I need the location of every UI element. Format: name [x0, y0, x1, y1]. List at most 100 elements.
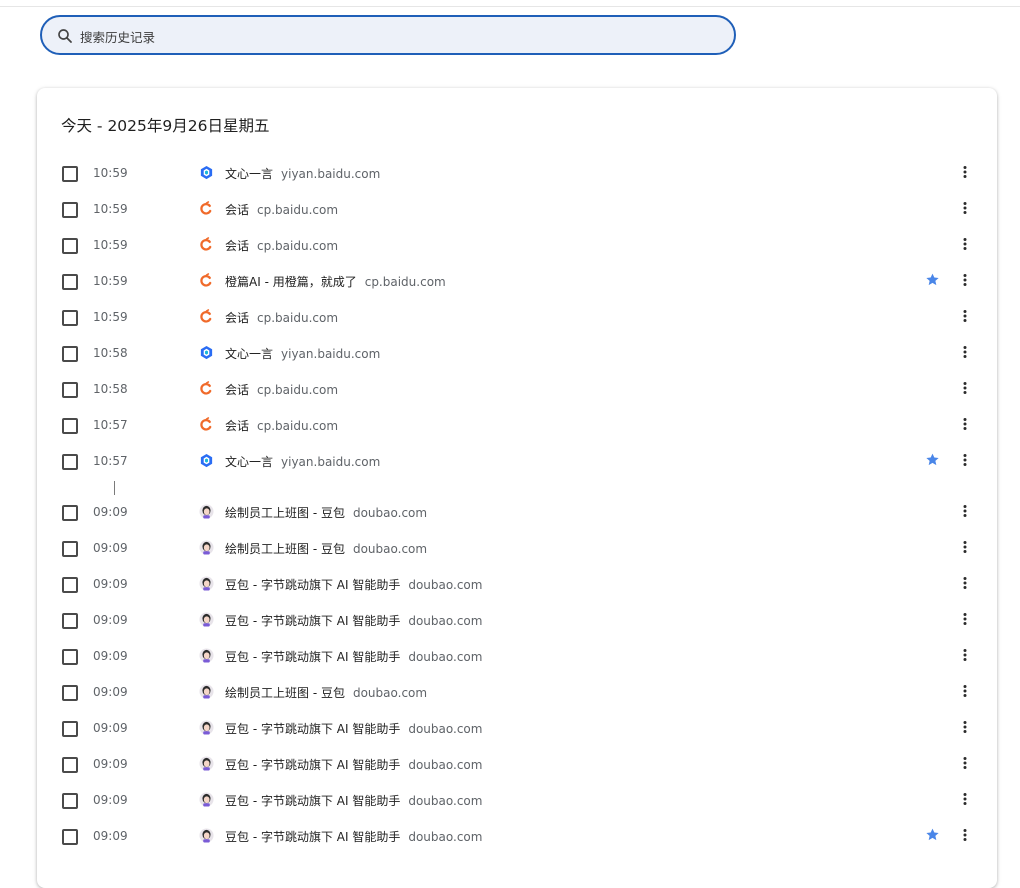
page-title-link[interactable]: 会话 cp.baidu.com [225, 309, 338, 326]
row-checkbox[interactable] [62, 505, 78, 521]
more-actions-icon[interactable] [957, 683, 973, 699]
more-actions-icon[interactable] [957, 344, 973, 360]
row-checkbox[interactable] [62, 454, 78, 470]
page-title-link[interactable]: 文心一言 yiyan.baidu.com [225, 165, 380, 182]
history-row[interactable]: 10:59 会话 cp.baidu.com [37, 300, 997, 336]
page-title-link[interactable]: 豆包 - 字节跳动旗下 AI 智能助手 doubao.com [225, 648, 482, 665]
history-row[interactable]: 10:57 会话 cp.baidu.com [37, 408, 997, 444]
page-title: 会话 [225, 419, 250, 433]
page-title-link[interactable]: 会话 cp.baidu.com [225, 381, 338, 398]
more-actions-icon[interactable] [957, 416, 973, 432]
page-title-link[interactable]: 文心一言 yiyan.baidu.com [225, 453, 380, 470]
more-actions-icon[interactable] [957, 308, 973, 324]
row-checkbox[interactable] [62, 577, 78, 593]
page-title-link[interactable]: 豆包 - 字节跳动旗下 AI 智能助手 doubao.com [225, 756, 482, 773]
more-actions-icon[interactable] [957, 164, 973, 180]
more-actions-icon[interactable] [957, 272, 973, 288]
page-title-link[interactable]: 橙篇AI - 用橙篇，就成了 cp.baidu.com [225, 273, 446, 290]
page-domain: doubao.com [408, 650, 483, 664]
row-checkbox[interactable] [62, 274, 78, 290]
wenxin-icon [200, 345, 213, 360]
page-title-link[interactable]: 文心一言 yiyan.baidu.com [225, 345, 380, 362]
more-actions-icon[interactable] [957, 200, 973, 216]
more-actions-icon[interactable] [957, 647, 973, 663]
page-title-link[interactable]: 会话 cp.baidu.com [225, 417, 338, 434]
history-row[interactable]: 10:59 文心一言 yiyan.baidu.com [37, 156, 997, 192]
history-row[interactable]: 09:09 豆包 - 字节跳动旗下 AI 智能助手 doubao.com [37, 711, 997, 747]
history-row[interactable]: 09:09 豆包 - 字节跳动旗下 AI 智能助手 doubao.com [37, 603, 997, 639]
more-actions-icon[interactable] [957, 575, 973, 591]
more-actions-icon[interactable] [957, 791, 973, 807]
more-actions-icon[interactable] [957, 611, 973, 627]
more-actions-icon[interactable] [957, 719, 973, 735]
row-checkbox[interactable] [62, 202, 78, 218]
history-row[interactable]: 10:59 会话 cp.baidu.com [37, 192, 997, 228]
row-checkbox[interactable] [62, 685, 78, 701]
page-title-link[interactable]: 豆包 - 字节跳动旗下 AI 智能助手 doubao.com [225, 828, 482, 845]
history-row[interactable]: 09:09 豆包 - 字节跳动旗下 AI 智能助手 doubao.com [37, 639, 997, 675]
row-checkbox[interactable] [62, 613, 78, 629]
bookmark-star-icon[interactable] [925, 272, 940, 287]
doubao-icon [199, 684, 214, 699]
page-domain: yiyan.baidu.com [281, 167, 381, 181]
row-checkbox[interactable] [62, 793, 78, 809]
chengpian-icon [200, 273, 212, 287]
page-title-link[interactable]: 豆包 - 字节跳动旗下 AI 智能助手 doubao.com [225, 576, 482, 593]
more-actions-icon[interactable] [957, 380, 973, 396]
row-checkbox[interactable] [62, 238, 78, 254]
page-title-link[interactable]: 豆包 - 字节跳动旗下 AI 智能助手 doubao.com [225, 612, 482, 629]
more-actions-icon[interactable] [957, 236, 973, 252]
page-title: 绘制员工上班图 - 豆包 [225, 506, 345, 520]
search-icon [58, 29, 72, 43]
page-title-link[interactable]: 绘制员工上班图 - 豆包 doubao.com [225, 540, 427, 557]
history-card: 今天 - 2025年9月26日星期五 10:59 文心一言 yiyan.baidu.… [37, 88, 997, 888]
page-title-link[interactable]: 豆包 - 字节跳动旗下 AI 智能助手 doubao.com [225, 792, 482, 809]
history-row[interactable]: 09:09 豆包 - 字节跳动旗下 AI 智能助手 doubao.com [37, 783, 997, 819]
page-title: 豆包 - 字节跳动旗下 AI 智能助手 [225, 830, 401, 844]
row-checkbox[interactable] [62, 382, 78, 398]
page-title-link[interactable]: 豆包 - 字节跳动旗下 AI 智能助手 doubao.com [225, 720, 482, 737]
history-row[interactable]: 10:59 会话 cp.baidu.com [37, 228, 997, 264]
history-row[interactable]: 10:58 文心一言 yiyan.baidu.com [37, 336, 997, 372]
row-checkbox[interactable] [62, 310, 78, 326]
doubao-icon [199, 504, 214, 519]
search-box[interactable] [40, 15, 736, 55]
day-heading: 今天 - 2025年9月26日星期五 [61, 117, 270, 135]
doubao-icon [199, 720, 214, 735]
row-checkbox[interactable] [62, 829, 78, 845]
row-checkbox[interactable] [62, 721, 78, 737]
page-title: 豆包 - 字节跳动旗下 AI 智能助手 [225, 614, 401, 628]
row-checkbox[interactable] [62, 166, 78, 182]
row-checkbox[interactable] [62, 541, 78, 557]
history-row[interactable]: 09:09 绘制员工上班图 - 豆包 doubao.com [37, 675, 997, 711]
bookmark-star-icon[interactable] [925, 827, 940, 842]
search-input[interactable] [78, 25, 702, 49]
history-row[interactable]: 09:09 豆包 - 字节跳动旗下 AI 智能助手 doubao.com [37, 567, 997, 603]
more-actions-icon[interactable] [957, 503, 973, 519]
page-title: 豆包 - 字节跳动旗下 AI 智能助手 [225, 722, 401, 736]
page-title-link[interactable]: 绘制员工上班图 - 豆包 doubao.com [225, 684, 427, 701]
page-title-link[interactable]: 绘制员工上班图 - 豆包 doubao.com [225, 504, 427, 521]
history-row[interactable]: 09:09 豆包 - 字节跳动旗下 AI 智能助手 doubao.com [37, 747, 997, 783]
more-actions-icon[interactable] [957, 755, 973, 771]
more-actions-icon[interactable] [957, 827, 973, 843]
history-row[interactable]: 09:09 豆包 - 字节跳动旗下 AI 智能助手 doubao.com [37, 819, 997, 855]
row-checkbox[interactable] [62, 649, 78, 665]
doubao-icon [199, 540, 214, 555]
history-row[interactable]: 10:57 文心一言 yiyan.baidu.com [37, 444, 997, 480]
bookmark-star-icon[interactable] [925, 452, 940, 467]
row-checkbox[interactable] [62, 346, 78, 362]
more-actions-icon[interactable] [957, 539, 973, 555]
history-row[interactable]: 10:59 橙篇AI - 用橙篇，就成了 cp.baidu.com [37, 264, 997, 300]
page-title-link[interactable]: 会话 cp.baidu.com [225, 237, 338, 254]
visit-time: 10:58 [93, 346, 128, 360]
history-row[interactable]: 10:58 会话 cp.baidu.com [37, 372, 997, 408]
row-checkbox[interactable] [62, 418, 78, 434]
more-actions-icon[interactable] [957, 452, 973, 468]
visit-time: 09:09 [93, 793, 128, 807]
page-title: 会话 [225, 203, 250, 217]
page-title-link[interactable]: 会话 cp.baidu.com [225, 201, 338, 218]
history-row[interactable]: 09:09 绘制员工上班图 - 豆包 doubao.com [37, 531, 997, 567]
row-checkbox[interactable] [62, 757, 78, 773]
history-row[interactable]: 09:09 绘制员工上班图 - 豆包 doubao.com [37, 495, 997, 531]
